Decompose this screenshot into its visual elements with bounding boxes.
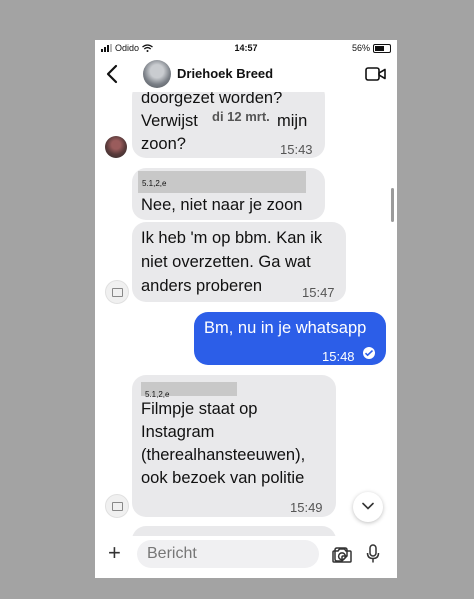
message-bubble[interactable]: 5.1,2,e Filmpje staat op Instagram (ther… bbox=[132, 375, 336, 517]
redacted-name: 5.1,2,e bbox=[138, 171, 306, 193]
message-bubble-partial[interactable] bbox=[132, 526, 336, 536]
chevron-down-icon bbox=[362, 502, 374, 510]
battery-icon bbox=[373, 43, 391, 53]
chat-title[interactable]: Driehoek Breed bbox=[177, 66, 273, 81]
message-time: 15:47 bbox=[302, 285, 335, 300]
status-bar: Odido 14:57 56% bbox=[95, 40, 397, 56]
message-line: Ik heb 'm op bbm. Kan ik bbox=[141, 229, 323, 247]
message-line: Verwijst bbox=[141, 112, 198, 130]
sent-message-bubble[interactable]: Bm, nu in je whatsapp 15:48 bbox=[194, 312, 386, 365]
message-line: ook bezoek van politie bbox=[141, 469, 305, 487]
back-arrow-icon[interactable] bbox=[103, 63, 123, 85]
message-time: 15:43 bbox=[280, 142, 313, 157]
phone-screen: Odido 14:57 56% Driehoek Breed doorgezet… bbox=[95, 40, 397, 578]
plus-icon[interactable]: + bbox=[108, 542, 121, 564]
message-line: mijn bbox=[277, 112, 308, 130]
sender-avatar[interactable] bbox=[105, 136, 127, 158]
status-right: 56% bbox=[352, 43, 391, 53]
message-bubble[interactable]: Ik heb 'm op bbm. Kan ik niet overzetten… bbox=[132, 222, 346, 302]
message-input-placeholder: Bericht bbox=[147, 545, 197, 562]
redaction-code: 5.1,2,e bbox=[142, 179, 167, 188]
message-line: Filmpje staat op bbox=[141, 400, 258, 418]
microphone-icon[interactable] bbox=[366, 544, 380, 564]
read-receipt-icon bbox=[363, 347, 375, 359]
message-line: niet overzetten. Ga wat bbox=[141, 253, 311, 271]
message-input[interactable]: Bericht bbox=[137, 540, 348, 568]
scroll-to-bottom-button[interactable] bbox=[353, 492, 383, 522]
message-list[interactable]: doorgezet worden? Verwijst mijn zoon? 15… bbox=[95, 92, 397, 536]
message-time: 15:49 bbox=[290, 500, 323, 515]
message-line: Instagram bbox=[141, 423, 215, 441]
camera-icon[interactable] bbox=[332, 547, 352, 563]
sender-avatar[interactable] bbox=[105, 280, 129, 304]
message-time: 15:48 bbox=[322, 349, 355, 364]
battery-percent: 56% bbox=[351, 43, 370, 53]
message-line: anders proberen bbox=[141, 277, 263, 295]
message-line: (therealhansteeuwen), bbox=[141, 446, 306, 464]
message-line: Nee, niet naar je zoon bbox=[141, 196, 303, 214]
group-avatar[interactable] bbox=[143, 60, 171, 88]
date-separator: di 12 mrt. bbox=[206, 107, 276, 127]
video-call-icon[interactable] bbox=[365, 66, 387, 82]
message-composer: + Bericht bbox=[95, 536, 397, 578]
message-bubble[interactable]: 5.1,2,e Nee, niet naar je zoon bbox=[132, 168, 325, 220]
redacted-name: 5.1,2,e bbox=[141, 382, 237, 399]
sender-avatar[interactable] bbox=[105, 494, 129, 518]
message-line: Bm, nu in je whatsapp bbox=[204, 319, 367, 337]
message-line: zoon? bbox=[141, 135, 186, 153]
chat-header: Driehoek Breed bbox=[95, 56, 397, 92]
scrollbar[interactable] bbox=[391, 188, 394, 222]
